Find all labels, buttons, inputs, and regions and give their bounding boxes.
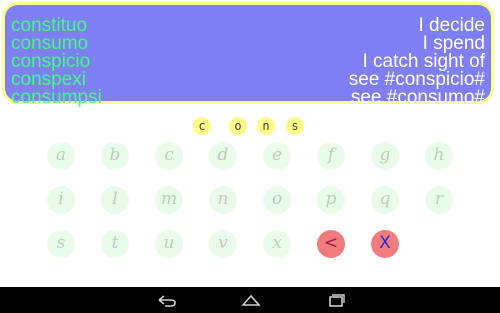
key-o[interactable]: o bbox=[263, 186, 291, 214]
prefix-letter: n bbox=[257, 117, 275, 135]
prefix-letter: c bbox=[193, 117, 211, 135]
home-icon[interactable] bbox=[239, 292, 263, 308]
result-row[interactable]: consumpsi see #consumo# bbox=[5, 88, 491, 108]
key-n[interactable]: n bbox=[209, 186, 237, 214]
key-q[interactable]: q bbox=[371, 186, 399, 214]
system-nav-bar bbox=[0, 287, 500, 313]
recent-apps-icon[interactable] bbox=[324, 292, 348, 308]
prefix-letter: o bbox=[229, 117, 247, 135]
key-a[interactable]: a bbox=[47, 142, 75, 170]
latin-word: consumpsi bbox=[11, 87, 102, 108]
results-panel: constituo I decide consumo I spend consp… bbox=[2, 2, 494, 108]
key-v[interactable]: v bbox=[209, 230, 237, 258]
typed-prefix: c o n s bbox=[0, 117, 500, 137]
key-l[interactable]: l bbox=[101, 186, 129, 214]
key-x[interactable]: x bbox=[263, 230, 291, 258]
clear-button[interactable]: X bbox=[371, 230, 399, 258]
key-c[interactable]: c bbox=[155, 142, 183, 170]
english-meaning: see #consumo# bbox=[350, 87, 485, 108]
prefix-letter: s bbox=[286, 117, 304, 135]
key-g[interactable]: g bbox=[371, 142, 399, 170]
key-e[interactable]: e bbox=[263, 142, 291, 170]
key-d[interactable]: d bbox=[209, 142, 237, 170]
key-s[interactable]: s bbox=[47, 230, 75, 258]
key-t[interactable]: t bbox=[101, 230, 129, 258]
key-i[interactable]: i bbox=[47, 186, 75, 214]
key-h[interactable]: h bbox=[425, 142, 453, 170]
key-p[interactable]: p bbox=[317, 186, 345, 214]
delete-letter-button[interactable]: < bbox=[317, 230, 345, 258]
key-u[interactable]: u bbox=[155, 230, 183, 258]
key-m[interactable]: m bbox=[155, 186, 183, 214]
back-icon[interactable] bbox=[155, 292, 179, 308]
key-r[interactable]: r bbox=[425, 186, 453, 214]
key-f[interactable]: f bbox=[317, 142, 345, 170]
key-b[interactable]: b bbox=[101, 142, 129, 170]
